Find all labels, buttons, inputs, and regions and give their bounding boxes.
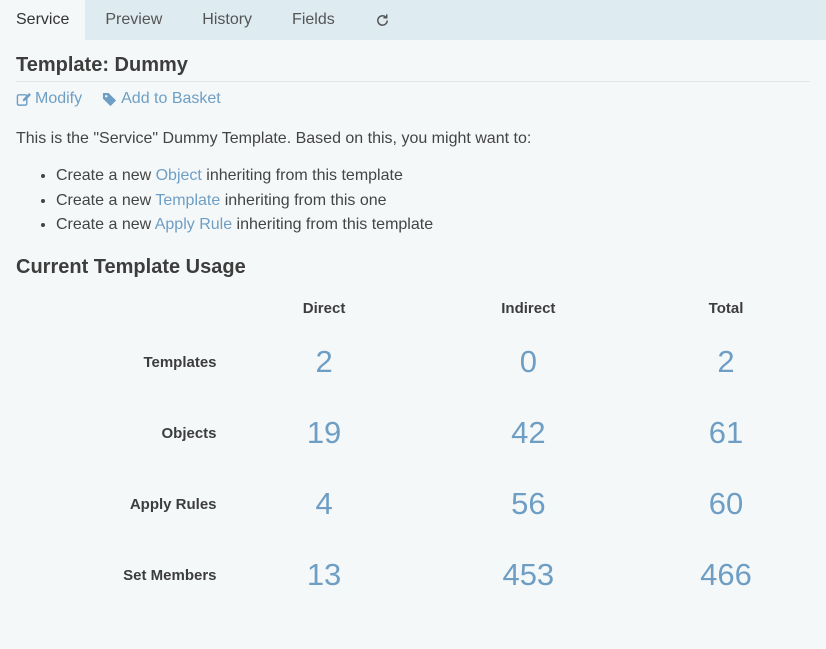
table-row: Apply Rules 4 56 60	[16, 469, 826, 540]
create-apply-rule-link[interactable]: Apply Rule	[155, 216, 232, 233]
suggestion-suffix: inheriting from this template	[232, 216, 434, 233]
intro-text: This is the "Service" Dummy Template. Ba…	[16, 130, 532, 147]
tab-fields-label: Fields	[292, 11, 335, 28]
table-row: Set Members 13 453 466	[16, 540, 826, 611]
usage-header-row: Direct Indirect Total	[16, 291, 826, 327]
add-to-basket-label: Add to Basket	[121, 90, 221, 107]
objects-direct-count[interactable]: 19	[218, 398, 431, 469]
suggestion-prefix: Create a new	[56, 216, 155, 233]
create-object-link[interactable]: Object	[156, 167, 202, 184]
row-label: Objects	[161, 424, 217, 442]
action-links: Modify Add to Basket	[16, 90, 810, 108]
usage-table: Direct Indirect Total Templates 2 0 2 Ob…	[16, 291, 826, 611]
header-blank	[16, 291, 218, 327]
table-row: Objects 19 42 61	[16, 398, 826, 469]
suggestion-prefix: Create a new	[56, 167, 156, 184]
tab-preview[interactable]: Preview	[85, 0, 182, 40]
edit-icon	[16, 92, 31, 106]
set-members-direct-count[interactable]: 13	[218, 540, 431, 611]
set-members-indirect-count[interactable]: 453	[431, 540, 626, 611]
tag-icon	[103, 92, 117, 106]
refresh-button[interactable]	[355, 0, 410, 40]
header-direct: Direct	[302, 300, 346, 317]
row-label: Apply Rules	[129, 495, 217, 513]
header-total: Total	[708, 300, 744, 317]
main-content: Template: Dummy Modify Add to Basket Thi…	[0, 40, 826, 611]
apply-rules-total-count[interactable]: 60	[626, 469, 826, 540]
table-row: Templates 2 0 2	[16, 327, 826, 398]
tab-history-label: History	[202, 11, 253, 28]
header-indirect: Indirect	[501, 300, 556, 317]
suggestion-list: Create a new Object inheriting from this…	[16, 164, 810, 238]
tab-preview-label: Preview	[105, 11, 163, 28]
list-item: Create a new Object inheriting from this…	[56, 164, 810, 189]
page-title: Template: Dummy	[16, 40, 810, 82]
create-template-link[interactable]: Template	[155, 192, 220, 209]
usage-title: Current Template Usage	[16, 255, 246, 278]
row-label: Templates	[143, 353, 217, 371]
templates-total-count[interactable]: 2	[626, 327, 826, 398]
tab-history[interactable]: History	[182, 0, 272, 40]
objects-indirect-count[interactable]: 42	[431, 398, 626, 469]
tab-service-label: Service	[16, 11, 70, 28]
list-item: Create a new Template inheriting from th…	[56, 189, 810, 214]
tab-fields[interactable]: Fields	[272, 0, 355, 40]
list-item: Create a new Apply Rule inheriting from …	[56, 213, 810, 238]
suggestion-suffix: inheriting from this one	[220, 191, 387, 209]
templates-direct-count[interactable]: 2	[218, 327, 431, 398]
objects-total-count[interactable]: 61	[626, 398, 826, 469]
add-to-basket-link[interactable]: Add to Basket	[102, 90, 221, 108]
tab-bar: Service Preview History Fields	[0, 0, 826, 40]
apply-rules-indirect-count[interactable]: 56	[431, 469, 626, 540]
modify-label: Modify	[35, 90, 83, 107]
templates-indirect-count[interactable]: 0	[431, 327, 626, 398]
refresh-icon	[376, 13, 388, 26]
suggestion-suffix: inheriting from this template	[201, 167, 403, 184]
row-label: Set Members	[123, 566, 217, 584]
modify-link[interactable]: Modify	[16, 90, 82, 108]
suggestion-prefix: Create a new	[56, 191, 156, 209]
set-members-total-count[interactable]: 466	[626, 540, 826, 611]
tab-service[interactable]: Service	[0, 0, 86, 40]
apply-rules-direct-count[interactable]: 4	[218, 469, 431, 540]
